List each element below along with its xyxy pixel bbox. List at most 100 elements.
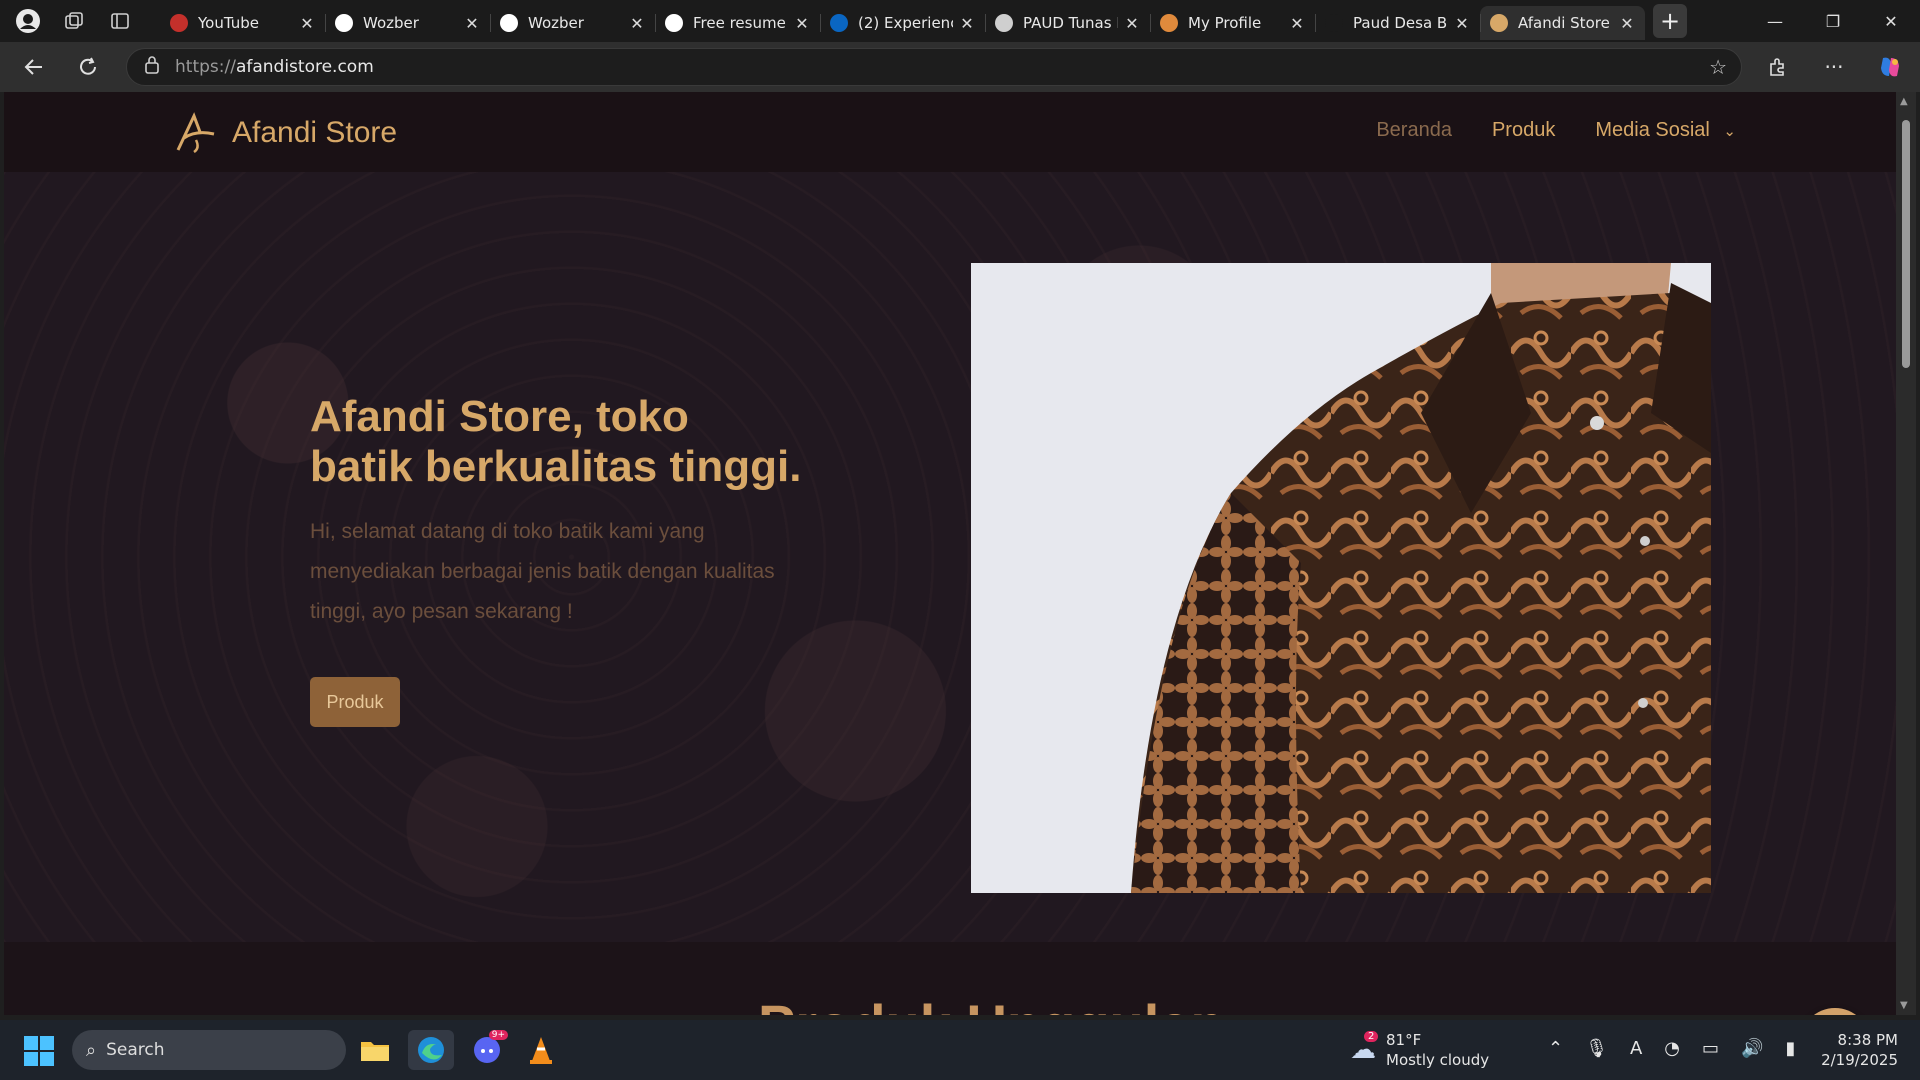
browser-tab[interactable]: My Profile ✕ <box>1150 6 1315 40</box>
taskbar-search-placeholder: Search <box>106 1040 165 1060</box>
discord-badge: 9+ <box>488 1030 508 1040</box>
weather-description: Mostly cloudy <box>1386 1051 1490 1069</box>
profile-icon <box>1160 14 1178 32</box>
hero-title-line1: Afandi Store, toko <box>310 392 689 441</box>
nav-link-products[interactable]: Produk <box>1492 119 1555 142</box>
windows-taskbar: ⌕ Search 9+ ☁ 2 81°F Mostly cloudy ⌃ 🎙 A… <box>0 1020 1920 1080</box>
tab-title: Free resume b <box>693 14 788 32</box>
workspaces-icon[interactable] <box>60 7 88 35</box>
restore-button[interactable]: ❐ <box>1804 0 1862 42</box>
youtube-icon <box>170 14 188 32</box>
close-tab-icon[interactable]: ✕ <box>959 14 975 33</box>
hero-title: Afandi Store, toko batik berkualitas tin… <box>310 392 870 492</box>
profile-avatar-icon[interactable] <box>14 7 42 35</box>
page-icon <box>1325 14 1343 32</box>
extensions-button[interactable] <box>1758 47 1798 87</box>
scrollbar-thumb[interactable] <box>1902 120 1910 368</box>
browser-tab[interactable]: Paud Desa Ba ✕ <box>1315 6 1480 40</box>
vertical-tabs-icon[interactable] <box>106 7 134 35</box>
wozber-icon <box>500 14 518 32</box>
close-tab-icon[interactable]: ✕ <box>464 14 480 33</box>
edge-icon <box>418 1037 444 1063</box>
page-scrollbar[interactable]: ▲ ▼ <box>1896 92 1916 1015</box>
copilot-icon <box>1881 57 1899 77</box>
volume-icon[interactable]: 🔊 <box>1741 1038 1763 1059</box>
page-viewport: Afandi Store Beranda Produk Media Sosial… <box>4 92 1896 1015</box>
vlc-app[interactable] <box>518 1030 564 1070</box>
close-window-button[interactable]: ✕ <box>1862 0 1920 42</box>
nav-dropdown-social[interactable]: Media Sosial ⌄ <box>1595 119 1736 142</box>
back-button[interactable] <box>14 47 54 87</box>
copilot-button[interactable] <box>1870 47 1910 87</box>
browser-tab[interactable]: YouTube ✕ <box>160 6 325 40</box>
url-protocol: https:// <box>175 57 236 77</box>
browser-tab[interactable]: Wozber ✕ <box>325 6 490 40</box>
microphone-icon[interactable]: 🎙 <box>1585 1038 1608 1059</box>
minimize-button[interactable]: — <box>1746 0 1804 42</box>
ellipsis-icon: ··· <box>1824 55 1844 79</box>
nav-social-label: Media Sosial <box>1595 119 1710 141</box>
system-tray: ⌃ 🎙 A ◔ ▭ 🔊 ▮ <box>1548 1038 1795 1059</box>
tab-title: (2) Experience <box>858 14 953 32</box>
weather-badge: 2 <box>1364 1031 1379 1042</box>
cloud-weather-icon: ☁ 2 <box>1350 1031 1379 1065</box>
file-explorer-app[interactable] <box>352 1030 398 1070</box>
afandi-logo-icon <box>176 112 215 154</box>
clock-time: 8:38 PM <box>1837 1031 1898 1049</box>
browser-tab[interactable]: PAUD Tunas B ✕ <box>985 6 1150 40</box>
edge-browser-app[interactable] <box>408 1030 454 1070</box>
close-tab-icon[interactable]: ✕ <box>794 14 810 33</box>
scroll-down-arrow-icon[interactable]: ▼ <box>1900 1000 1908 1011</box>
back-arrow-icon <box>24 59 42 75</box>
clock-date: 2/19/2025 <box>1821 1051 1898 1069</box>
tab-title: Paud Desa Ba <box>1353 14 1448 32</box>
network-icon[interactable]: ▭ <box>1702 1038 1719 1059</box>
browser-tab[interactable]: Free resume b ✕ <box>655 6 820 40</box>
refresh-icon <box>80 57 96 75</box>
brand[interactable]: Afandi Store <box>174 112 397 154</box>
browser-tab-strip: YouTube✕Wozber✕Wozber✕Free resume b✕(2) … <box>0 0 1920 42</box>
url-host: afandistore.com <box>235 57 374 77</box>
window-controls: — ❐ ✕ <box>1746 0 1920 42</box>
battery-icon[interactable]: ▮ <box>1785 1038 1795 1059</box>
new-tab-button[interactable]: + <box>1653 4 1687 38</box>
taskbar-search[interactable]: ⌕ Search <box>72 1030 346 1070</box>
more-options-button[interactable]: ··· <box>1814 47 1854 87</box>
close-tab-icon[interactable]: ✕ <box>299 14 315 33</box>
browser-tab[interactable]: Afandi Store ✕ <box>1480 6 1645 40</box>
sync-icon[interactable]: ◔ <box>1664 1038 1680 1059</box>
tab-title: Wozber <box>363 14 419 32</box>
close-tab-icon[interactable]: ✕ <box>1124 14 1140 33</box>
browser-tab[interactable]: (2) Experience ✕ <box>820 6 985 40</box>
tab-title: Afandi Store <box>1518 14 1610 32</box>
browser-tab[interactable]: Wozber ✕ <box>490 6 655 40</box>
tab-list: YouTube✕Wozber✕Wozber✕Free resume b✕(2) … <box>160 0 1645 42</box>
weather-widget[interactable]: ☁ 2 81°F Mostly cloudy <box>1350 1030 1489 1070</box>
language-icon[interactable]: A <box>1630 1038 1642 1059</box>
tab-title: PAUD Tunas B <box>1023 14 1118 32</box>
taskbar-clock[interactable]: 8:38 PM 2/19/2025 <box>1821 1030 1898 1070</box>
refresh-button[interactable] <box>68 47 108 87</box>
favorite-star-icon[interactable]: ☆ <box>1709 55 1727 79</box>
site-header: Afandi Store Beranda Produk Media Sosial… <box>4 92 1896 172</box>
windows-start-icon[interactable] <box>24 1036 54 1066</box>
hero-products-button[interactable]: Produk <box>310 677 400 727</box>
close-tab-icon[interactable]: ✕ <box>1289 14 1305 33</box>
linkedin-icon <box>830 14 848 32</box>
afandi-logo-icon <box>1490 14 1508 32</box>
search-icon: ⌕ <box>86 1039 97 1061</box>
scroll-up-arrow-icon[interactable]: ▲ <box>1900 96 1908 107</box>
folder-icon <box>361 1042 389 1061</box>
lock-icon <box>145 55 159 79</box>
address-bar[interactable]: https://afandistore.com ☆ <box>126 48 1742 86</box>
discord-app[interactable]: 9+ <box>464 1030 510 1070</box>
close-tab-icon[interactable]: ✕ <box>629 14 645 33</box>
brand-name: Afandi Store <box>232 116 398 149</box>
chevron-up-icon[interactable]: ⌃ <box>1548 1038 1563 1059</box>
nav-link-home[interactable]: Beranda <box>1376 119 1452 142</box>
close-tab-icon[interactable]: ✕ <box>1619 14 1635 33</box>
close-tab-icon[interactable]: ✕ <box>1454 14 1470 33</box>
weather-temperature: 81°F <box>1386 1031 1422 1049</box>
wozber-icon <box>665 14 683 32</box>
floating-add-button[interactable]: + <box>1800 1008 1870 1015</box>
